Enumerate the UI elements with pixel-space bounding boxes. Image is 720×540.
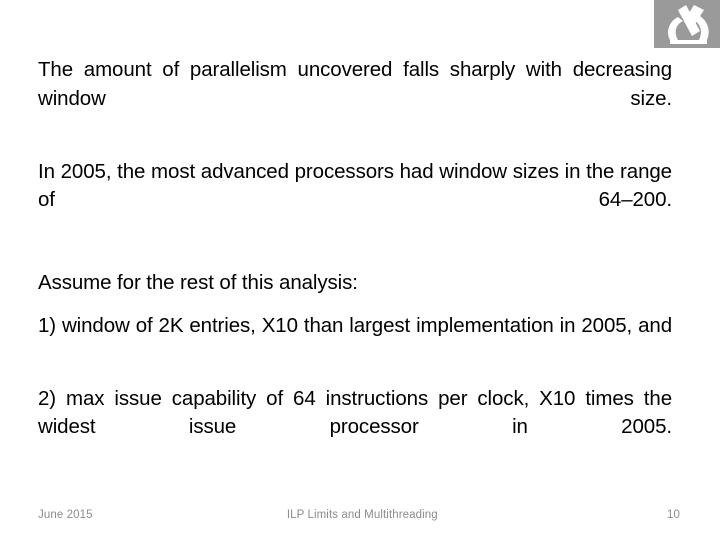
slide-footer: June 2015 ILP Limits and Multithreading …: [38, 505, 680, 525]
paragraph-assumption-1: 1) window of 2K entries, X10 than larges…: [38, 313, 672, 337]
logo-microscope: [654, 0, 720, 48]
footer-page-number: 10: [667, 509, 680, 521]
paragraph-assumption-2: 2) max issue capability of 64 instructio…: [38, 386, 672, 439]
microscope-icon: [668, 5, 709, 44]
paragraph-assume-lead: Assume for the rest of this analysis:: [38, 271, 358, 294]
footer-date: June 2015: [38, 509, 93, 521]
paragraph-window-sizes: In 2005, the most advanced processors ha…: [38, 159, 672, 212]
footer-title: ILP Limits and Multithreading: [286, 509, 438, 521]
paragraph-parallelism: The amount of parallelism uncovered fall…: [38, 58, 672, 110]
slide-content: The amount of parallelism uncovered fall…: [38, 56, 672, 470]
